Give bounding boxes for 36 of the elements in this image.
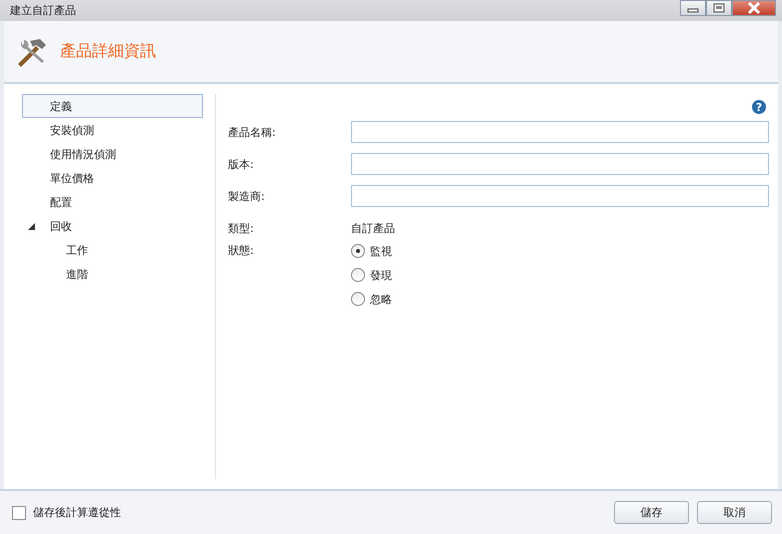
expand-icon[interactable] (28, 223, 35, 230)
minimize-button[interactable] (680, 0, 706, 16)
maximize-button[interactable] (706, 0, 732, 16)
radio-button[interactable] (351, 244, 365, 258)
field-label: 狀態: (228, 243, 255, 258)
maximize-icon (713, 3, 725, 13)
nav-item[interactable]: 使用情況偵測 (22, 142, 203, 166)
radio-button[interactable] (351, 292, 365, 306)
nav-item[interactable]: 回收 (22, 214, 203, 238)
field-label: 產品名稱: (228, 124, 277, 140)
checkbox[interactable] (12, 506, 26, 520)
radio-label[interactable]: 監視 (370, 244, 392, 258)
close-icon (747, 2, 761, 14)
radio-label[interactable]: 發現 (370, 268, 392, 282)
nav-item[interactable]: 進階 (22, 262, 203, 286)
window-title: 建立自訂產品 (10, 3, 76, 18)
radio-label[interactable]: 忽略 (370, 292, 392, 306)
nav-item[interactable]: 安裝偵測 (22, 118, 203, 142)
field-label: 製造商: (228, 188, 266, 204)
close-button[interactable] (732, 0, 776, 16)
save-button[interactable]: 儲存 (614, 501, 689, 524)
type-value: 自訂產品 (351, 220, 395, 236)
nav-item[interactable]: 工作 (22, 238, 203, 262)
nav-item[interactable]: 配置 (22, 190, 203, 214)
checkbox-label[interactable]: 儲存後計算遵從性 (33, 505, 121, 520)
input-field[interactable] (351, 185, 769, 207)
nav-item[interactable]: 單位價格 (22, 166, 203, 190)
input-field[interactable] (351, 121, 769, 143)
help-icon[interactable]: ? (752, 100, 766, 114)
cancel-button[interactable]: 取消 (697, 501, 772, 524)
nav-item[interactable]: 定義 (22, 94, 203, 118)
field-label: 類型: (228, 220, 255, 236)
radio-button[interactable] (351, 268, 365, 282)
field-label: 版本: (228, 156, 255, 172)
input-field[interactable] (351, 153, 769, 175)
section-title: 產品詳細資訊 (60, 41, 156, 62)
